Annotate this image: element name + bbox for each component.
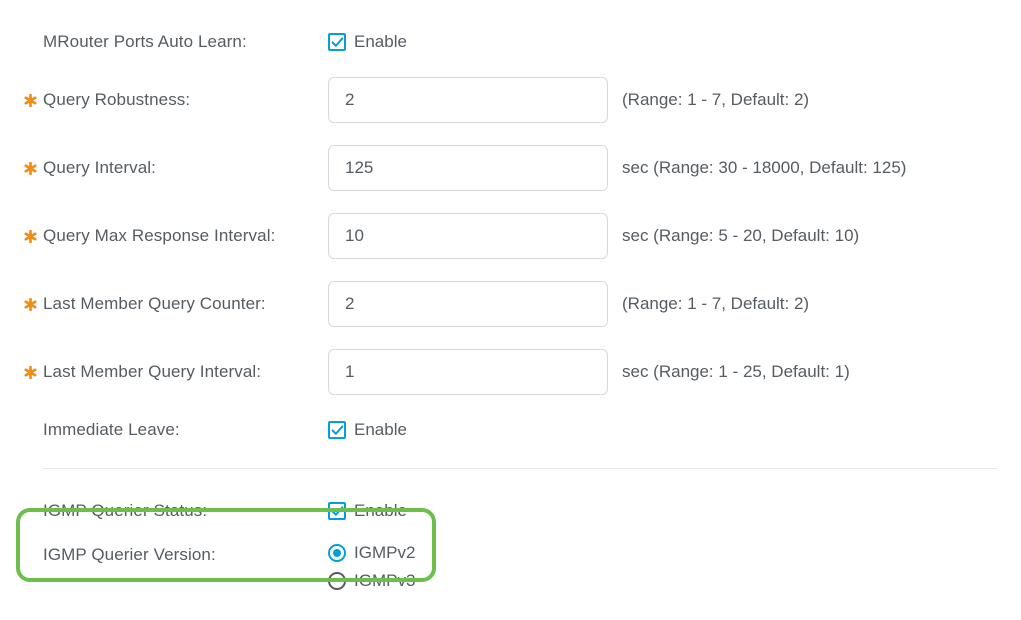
required-icon — [24, 298, 37, 311]
immediate-leave-label: Immediate Leave: — [43, 420, 180, 440]
required-icon — [24, 162, 37, 175]
query-interval-hint: sec (Range: 30 - 18000, Default: 125) — [622, 158, 906, 178]
last-member-counter-input[interactable] — [328, 281, 608, 327]
immediate-leave-enable-label: Enable — [354, 420, 407, 440]
mrouter-enable-label: Enable — [354, 32, 407, 52]
query-interval-label: Query Interval: — [43, 158, 156, 178]
spacer — [24, 505, 37, 518]
radio-selected-icon — [328, 544, 346, 562]
checkbox-checked-icon — [328, 421, 346, 439]
query-max-response-label: Query Max Response Interval: — [43, 226, 275, 246]
query-robustness-label: Query Robustness: — [43, 90, 190, 110]
igmp-querier-version-group: IGMPv2 IGMPv3 — [328, 543, 415, 591]
igmpv2-radio[interactable]: IGMPv2 — [328, 543, 415, 563]
igmp-querier-status-enable-label: Enable — [354, 501, 407, 521]
igmpv3-radio[interactable]: IGMPv3 — [328, 571, 415, 591]
last-member-interval-input[interactable] — [328, 349, 608, 395]
required-icon — [24, 94, 37, 107]
spacer — [24, 36, 37, 49]
query-robustness-input[interactable] — [328, 77, 608, 123]
query-max-response-row: Query Max Response Interval: sec (Range:… — [24, 202, 997, 270]
spacer — [24, 424, 37, 437]
igmp-querier-version-row: IGMP Querier Version: IGMPv2 IGMPv3 — [24, 535, 997, 602]
query-interval-input[interactable] — [328, 145, 608, 191]
last-member-interval-hint: sec (Range: 1 - 25, Default: 1) — [622, 362, 850, 382]
section-divider — [43, 468, 997, 469]
last-member-counter-row: Last Member Query Counter: (Range: 1 - 7… — [24, 270, 997, 338]
radio-unselected-icon — [328, 572, 346, 590]
igmp-querier-status-checkbox[interactable]: Enable — [328, 501, 407, 521]
query-max-response-hint: sec (Range: 5 - 20, Default: 10) — [622, 226, 859, 246]
required-icon — [24, 366, 37, 379]
igmp-querier-status-label: IGMP Querier Status: — [43, 501, 207, 521]
igmp-querier-version-label: IGMP Querier Version: — [43, 545, 216, 565]
last-member-interval-row: Last Member Query Interval: sec (Range: … — [24, 338, 997, 406]
immediate-leave-row: Immediate Leave: Enable — [24, 406, 997, 454]
igmpv3-label: IGMPv3 — [354, 571, 415, 591]
mrouter-ports-auto-learn-row: MRouter Ports Auto Learn: Enable — [24, 18, 997, 66]
mrouter-enable-checkbox[interactable]: Enable — [328, 32, 407, 52]
query-max-response-input[interactable] — [328, 213, 608, 259]
last-member-counter-hint: (Range: 1 - 7, Default: 2) — [622, 294, 809, 314]
last-member-interval-label: Last Member Query Interval: — [43, 362, 261, 382]
checkbox-checked-icon — [328, 33, 346, 51]
query-robustness-row: Query Robustness: (Range: 1 - 7, Default… — [24, 66, 997, 134]
spacer — [24, 549, 37, 562]
query-robustness-hint: (Range: 1 - 7, Default: 2) — [622, 90, 809, 110]
igmpv2-label: IGMPv2 — [354, 543, 415, 563]
query-interval-row: Query Interval: sec (Range: 30 - 18000, … — [24, 134, 997, 202]
required-icon — [24, 230, 37, 243]
last-member-counter-label: Last Member Query Counter: — [43, 294, 266, 314]
mrouter-label: MRouter Ports Auto Learn: — [43, 32, 247, 52]
checkbox-checked-icon — [328, 502, 346, 520]
igmp-querier-status-row: IGMP Querier Status: Enable — [24, 487, 997, 535]
immediate-leave-checkbox[interactable]: Enable — [328, 420, 407, 440]
